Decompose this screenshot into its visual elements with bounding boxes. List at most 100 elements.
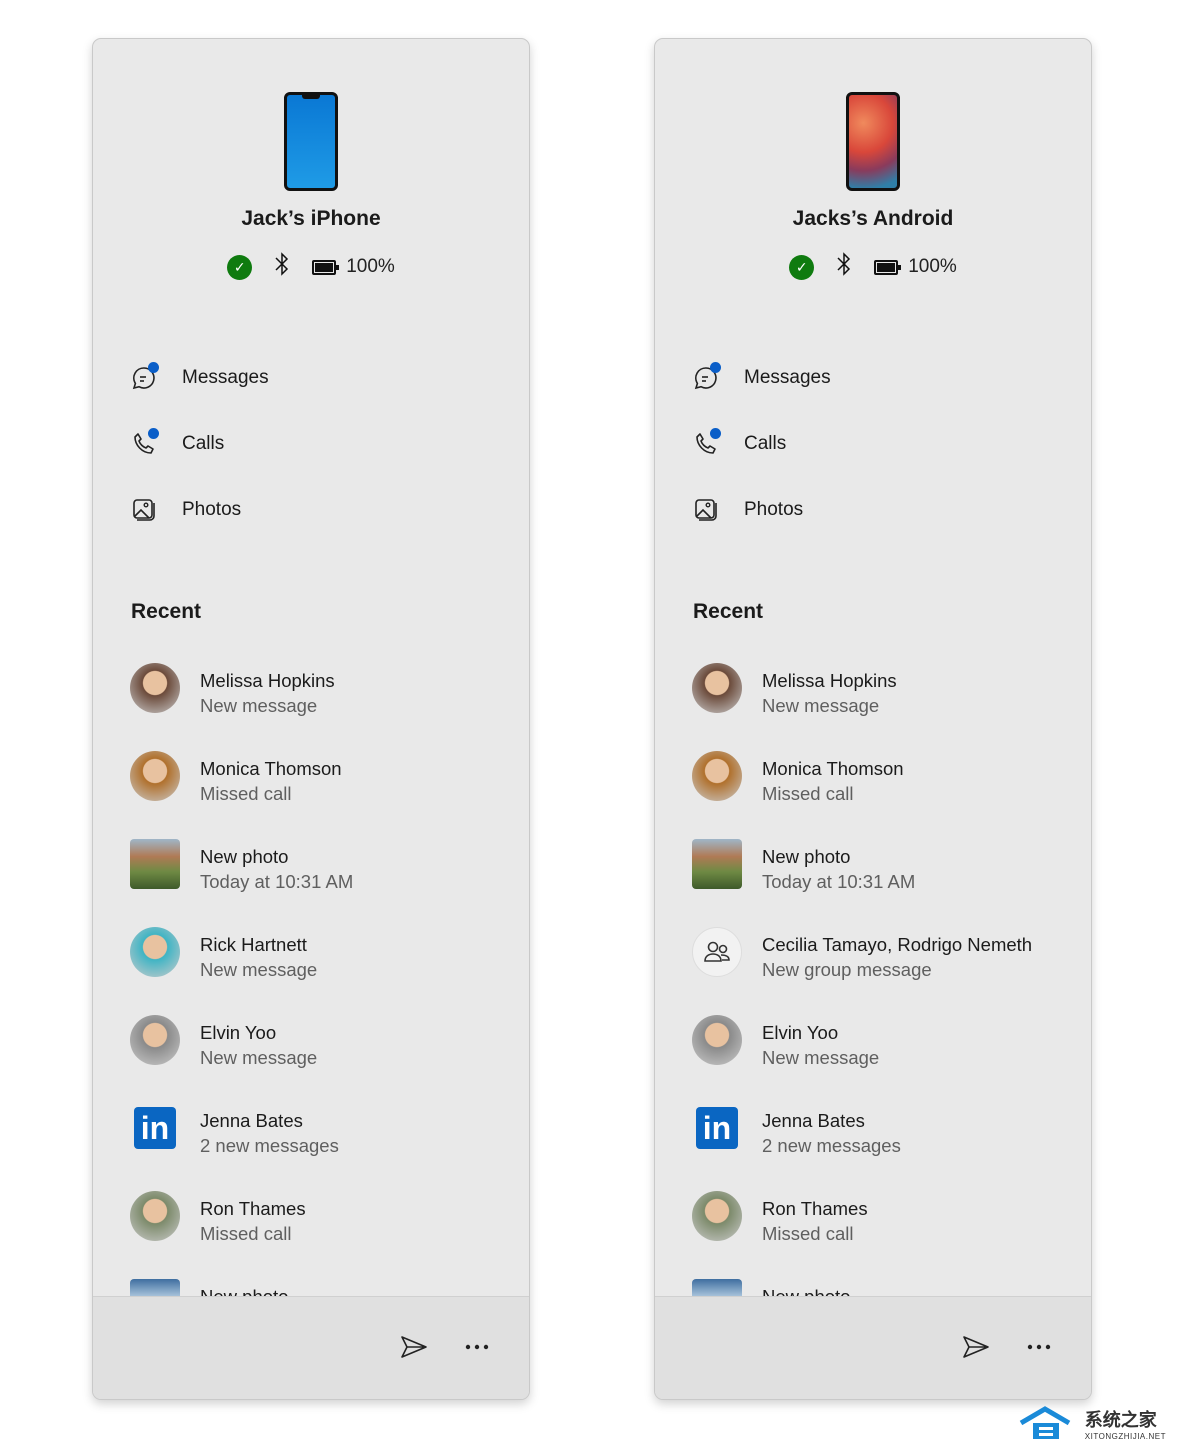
- recent-item[interactable]: New photo Today at 10:31 AM: [692, 839, 1091, 927]
- message-icon: [693, 362, 721, 391]
- recent-item[interactable]: Ron Thames Missed call: [130, 1191, 529, 1279]
- house-logo-icon: [1019, 1406, 1071, 1439]
- photo-thumbnail: [692, 1279, 742, 1297]
- recent-heading: Recent: [131, 600, 202, 623]
- nav-label: Calls: [744, 433, 787, 454]
- avatar: [692, 1015, 742, 1065]
- nav-photos[interactable]: Photos: [131, 477, 269, 543]
- watermark: 系统之家 XITONGZHIJIA.NET: [1019, 1405, 1166, 1441]
- battery-icon: [312, 259, 340, 275]
- bluetooth-icon: [836, 251, 852, 283]
- recent-item-subtitle: 2 new messages: [762, 1135, 901, 1156]
- recent-item-title: Elvin Yoo: [200, 1022, 277, 1043]
- watermark-title: 系统之家: [1084, 1409, 1157, 1430]
- photo-thumbnail: [130, 839, 180, 889]
- connected-check-icon: ✓: [227, 254, 253, 280]
- recent-item[interactable]: Melissa Hopkins New message: [692, 663, 1091, 751]
- nav-label: Calls: [182, 433, 225, 454]
- more-icon: [1027, 1344, 1051, 1350]
- recent-item-subtitle: Missed call: [200, 783, 292, 804]
- status-row: ✓ 100%: [93, 251, 529, 283]
- recent-item-subtitle: Missed call: [762, 783, 854, 804]
- recent-item[interactable]: in Jenna Bates 2 new messages: [130, 1103, 529, 1191]
- group-icon: [692, 927, 742, 977]
- recent-item-title: Melissa Hopkins: [200, 670, 335, 691]
- recent-item-title: Melissa Hopkins: [762, 670, 897, 691]
- recent-item[interactable]: New photo: [130, 1279, 529, 1297]
- recent-item[interactable]: Monica Thomson Missed call: [692, 751, 1091, 839]
- avatar: [130, 751, 180, 801]
- recent-item-subtitle: Today at 10:31 AM: [200, 871, 354, 892]
- recent-item-subtitle: New message: [762, 695, 880, 716]
- bluetooth-icon: [274, 251, 290, 283]
- phone-icon: [131, 428, 159, 457]
- recent-item[interactable]: Monica Thomson Missed call: [130, 751, 529, 839]
- footer-bar: [93, 1296, 529, 1399]
- device-panel: Jacks’s Android ✓ 100% Messages Calls Photos R…: [654, 38, 1092, 1400]
- avatar: [130, 1015, 180, 1065]
- device-name: Jack’s iPhone: [241, 207, 381, 230]
- recent-item[interactable]: Cecilia Tamayo, Rodrigo Nemeth New group …: [692, 927, 1091, 1015]
- linkedin-icon: in: [692, 1103, 742, 1153]
- phone-icon: [693, 428, 721, 457]
- recent-item-title: New photo: [200, 846, 289, 867]
- recent-item-title: Ron Thames: [200, 1198, 306, 1219]
- more-options-button[interactable]: [461, 1331, 493, 1363]
- recent-item-subtitle: New message: [762, 1047, 880, 1068]
- recent-list[interactable]: Melissa Hopkins New message Monica Thomson…: [130, 663, 529, 1297]
- battery-level: 100%: [346, 256, 395, 277]
- photo-thumbnail: [130, 1279, 180, 1297]
- recent-item[interactable]: Ron Thames Missed call: [692, 1191, 1091, 1279]
- recent-item-title: Elvin Yoo: [762, 1022, 839, 1043]
- recent-item[interactable]: Rick Hartnett New message: [130, 927, 529, 1015]
- avatar: [130, 663, 180, 713]
- recent-item-subtitle: New message: [200, 1047, 318, 1068]
- recent-item[interactable]: in Jenna Bates 2 new messages: [692, 1103, 1091, 1191]
- nav-messages[interactable]: Messages: [131, 345, 269, 411]
- send-button[interactable]: [960, 1331, 992, 1363]
- recent-heading: Recent: [693, 600, 764, 623]
- recent-item-subtitle: Missed call: [762, 1223, 854, 1244]
- photo-icon: [693, 497, 719, 523]
- avatar: [130, 927, 180, 977]
- nav-photos[interactable]: Photos: [693, 477, 831, 543]
- recent-item-subtitle: New message: [200, 695, 318, 716]
- avatar: [130, 1191, 180, 1241]
- device-name: Jacks’s Android: [792, 207, 954, 230]
- nav-label: Messages: [182, 367, 269, 388]
- nav-messages[interactable]: Messages: [693, 345, 831, 411]
- recent-item-subtitle: New message: [200, 959, 318, 980]
- recent-item-subtitle: 2 new messages: [200, 1135, 339, 1156]
- recent-item-title: Monica Thomson: [762, 758, 904, 779]
- linkedin-icon: in: [130, 1103, 180, 1153]
- recent-item-title: Ron Thames: [762, 1198, 868, 1219]
- message-icon: [131, 362, 159, 391]
- recent-item-subtitle: New group message: [762, 959, 932, 980]
- recent-item-title: Monica Thomson: [200, 758, 342, 779]
- avatar: [692, 751, 742, 801]
- nav-label: Messages: [744, 367, 831, 388]
- recent-item[interactable]: Elvin Yoo New message: [130, 1015, 529, 1103]
- more-icon: [465, 1344, 489, 1350]
- recent-item-title: Jenna Bates: [200, 1110, 303, 1131]
- recent-item[interactable]: New photo: [692, 1279, 1091, 1297]
- recent-item[interactable]: Elvin Yoo New message: [692, 1015, 1091, 1103]
- more-options-button[interactable]: [1023, 1331, 1055, 1363]
- recent-item[interactable]: New photo Today at 10:31 AM: [130, 839, 529, 927]
- nav-calls[interactable]: Calls: [693, 411, 831, 477]
- recent-item-subtitle: Missed call: [200, 1223, 292, 1244]
- nav-calls[interactable]: Calls: [131, 411, 269, 477]
- recent-item[interactable]: Melissa Hopkins New message: [130, 663, 529, 751]
- notification-dot: [148, 362, 159, 373]
- send-button[interactable]: [398, 1331, 430, 1363]
- avatar: [692, 1191, 742, 1241]
- device-panel: Jack’s iPhone ✓ 100% Messages Calls Photos Rec…: [92, 38, 530, 1400]
- photo-thumbnail: [692, 839, 742, 889]
- recent-list[interactable]: Melissa Hopkins New message Monica Thomson…: [692, 663, 1091, 1297]
- send-icon: [963, 1336, 989, 1358]
- recent-item-title: Jenna Bates: [762, 1110, 865, 1131]
- nav-label: Photos: [744, 499, 804, 520]
- footer-bar: [655, 1296, 1091, 1399]
- notification-dot: [148, 428, 159, 439]
- nav-label: Photos: [182, 499, 242, 520]
